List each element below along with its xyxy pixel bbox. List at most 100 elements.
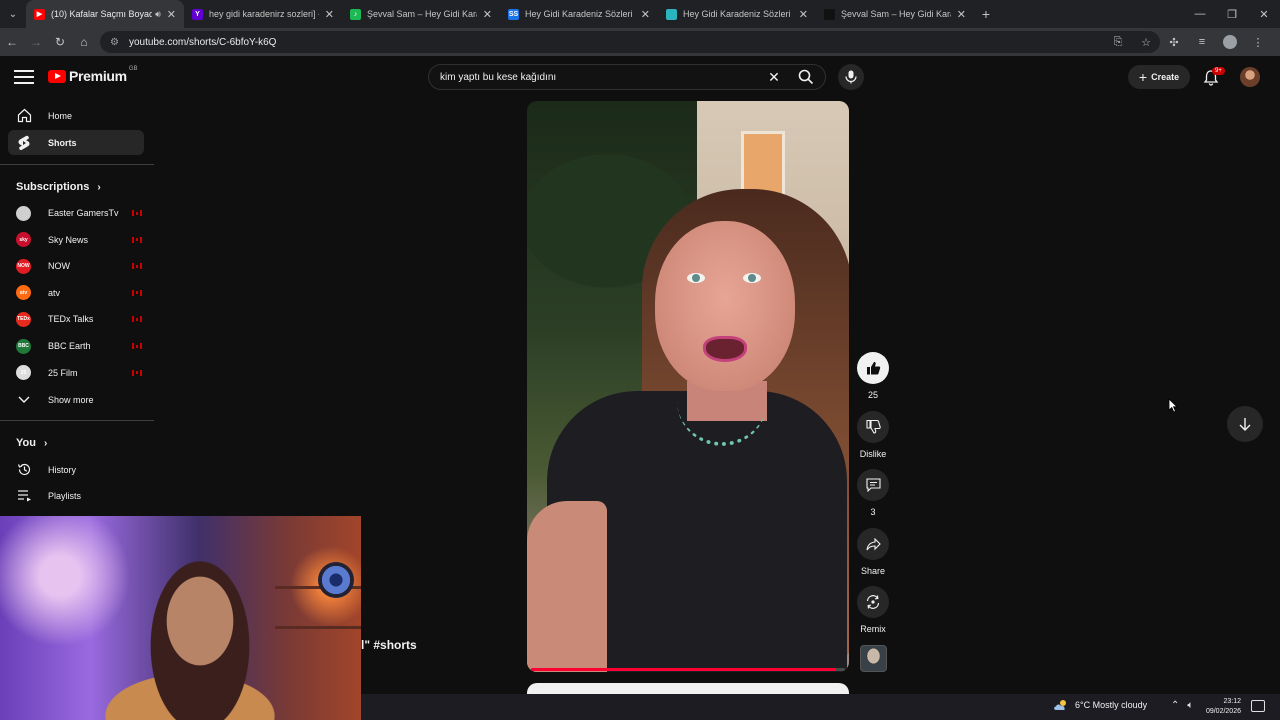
youtube-play-icon <box>48 69 66 83</box>
webcam-shelf <box>275 626 361 629</box>
channel-name: BBC Earth <box>48 341 91 351</box>
bookmark-star-icon[interactable]: ☆ <box>1132 36 1160 49</box>
subscription-channel[interactable]: atv atv <box>16 283 142 303</box>
short-title[interactable]: l" #shorts <box>361 638 417 652</box>
history-icon <box>16 462 32 478</box>
playlists-icon <box>16 488 32 504</box>
dislike-button[interactable] <box>857 411 889 443</box>
tab-favicon-icon: ♪ <box>350 8 361 20</box>
close-tab-icon[interactable]: ✕ <box>957 8 966 21</box>
browser-toolbar-actions: ⎘ ☆ ✣ ≡ ⋮ <box>1104 28 1272 56</box>
close-tab-icon[interactable]: ✕ <box>325 8 334 21</box>
channel-avatar: TEDx <box>16 311 31 327</box>
browser-tab[interactable]: ▶ (10) Kafalar Saçmı Boyadı 🔊︎ ✕ <box>26 0 184 28</box>
forward-icon[interactable]: → <box>24 28 48 56</box>
tab-list: ▶ (10) Kafalar Saçmı Boyadı 🔊︎ ✕ Yhey gidi k… <box>26 0 974 28</box>
extensions-icon[interactable]: ✣ <box>1160 36 1188 49</box>
close-tab-icon[interactable]: ✕ <box>641 8 650 21</box>
sound-thumbnail[interactable] <box>859 645 887 672</box>
remix-action: Remix <box>856 586 890 634</box>
back-icon[interactable]: ← <box>0 28 24 56</box>
clear-search-icon[interactable]: ✕ <box>761 69 787 86</box>
show-more-button[interactable]: Show more <box>8 387 144 412</box>
channel-avatar <box>16 205 31 221</box>
thumbs-up-icon <box>866 362 880 375</box>
subscription-channel[interactable]: TEDx TEDx Talks <box>16 309 142 329</box>
close-tab-icon[interactable]: ✕ <box>167 8 176 21</box>
notification-center-icon[interactable] <box>1251 700 1265 712</box>
comments-button[interactable] <box>857 469 889 501</box>
search-button[interactable] <box>787 64 825 90</box>
like-button[interactable] <box>857 352 889 384</box>
weather-widget[interactable]: 6°C Mostly cloudy <box>1053 699 1147 711</box>
close-tab-icon[interactable]: ✕ <box>483 8 492 21</box>
reload-icon[interactable]: ↻ <box>48 28 72 56</box>
remix-button[interactable] <box>857 586 889 618</box>
new-tab-button[interactable]: + <box>974 0 998 28</box>
tab-search-icon[interactable]: ⌄ <box>0 0 26 28</box>
home-icon <box>16 108 32 124</box>
create-button[interactable]: + Create <box>1128 65 1190 89</box>
tray-chevron-up-icon[interactable]: ⌃ <box>1171 700 1179 711</box>
browser-tab[interactable]: Yhey gidi karadenirz sozleri] - Ya ✕ <box>184 0 342 28</box>
channel-avatar: 25 <box>16 365 31 381</box>
browser-tab[interactable]: Hey Gidi Karadeniz Sözleri - Ka ✕ <box>658 0 816 28</box>
live-indicator-icon <box>132 316 142 323</box>
channel-avatar: atv <box>16 285 31 301</box>
subscription-channel[interactable]: sky Sky News <box>16 230 142 250</box>
next-short-button[interactable] <box>1227 406 1263 442</box>
subscriptions-heading[interactable]: Subscriptions › <box>16 181 101 193</box>
browser-tab[interactable]: SS Hey Gidi Karadeniz Sözleri - Şe ✕ <box>500 0 658 28</box>
subscription-channel[interactable]: NOW NOW <box>16 256 142 276</box>
close-window-icon[interactable]: ✕ <box>1248 0 1280 28</box>
channel-name: NOW <box>48 261 70 272</box>
tab-audio-icon[interactable]: 🔊︎ <box>155 9 161 20</box>
menu-icon[interactable] <box>14 70 34 84</box>
browser-menu-icon[interactable]: ⋮ <box>1244 36 1272 49</box>
video-progress-bar[interactable] <box>531 668 845 671</box>
sidebar-item-home[interactable]: Home <box>8 103 144 128</box>
share-button[interactable] <box>857 528 889 560</box>
channel-avatar: NOW <box>16 258 31 274</box>
remix-icon <box>866 595 880 609</box>
chevron-right-icon: › <box>97 181 101 193</box>
address-bar[interactable]: ⚙ youtube.com/shorts/C-6bfoY-k6Q <box>100 31 1160 53</box>
home-icon[interactable]: ⌂ <box>72 28 96 56</box>
browser-tab[interactable]: Şevval Sam – Hey Gidi Karadeni ✕ <box>816 0 974 28</box>
subscription-channel[interactable]: Easter GamersTv <box>16 203 142 223</box>
shorts-video-player[interactable] <box>527 101 849 672</box>
browser-profile-avatar[interactable] <box>1223 35 1237 49</box>
browser-tab[interactable]: ♪ Şevval Sam – Hey Gidi Karadeni ✕ <box>342 0 500 28</box>
restore-icon[interactable]: ❐ <box>1216 0 1248 28</box>
shorts-icon <box>16 135 32 151</box>
video-progress-fill <box>531 668 836 671</box>
account-avatar[interactable] <box>1240 67 1260 87</box>
dislike-action: Dislike <box>856 411 890 459</box>
search-box[interactable]: kim yaptı bu kese kağıdını ✕ <box>428 64 826 90</box>
video-subject-face <box>655 221 795 391</box>
close-tab-icon[interactable]: ✕ <box>799 8 808 21</box>
voice-search-button[interactable] <box>838 64 864 90</box>
youtube-header: Premium GB kim yaptı bu kese kağıdını ✕ … <box>0 56 1280 100</box>
volume-icon[interactable]: 🔈︎ <box>1187 700 1193 711</box>
live-indicator-icon <box>132 210 142 216</box>
media-controls-icon[interactable]: ≡ <box>1188 36 1216 48</box>
site-info-icon[interactable]: ⚙ <box>110 37 119 48</box>
sound-action <box>856 645 890 672</box>
install-app-icon[interactable]: ⎘ <box>1104 36 1132 49</box>
sidebar-item-shorts[interactable]: Shorts <box>8 130 144 155</box>
sidebar-item-history[interactable]: History <box>8 457 144 482</box>
thumbs-down-icon <box>865 420 881 434</box>
subscription-channel[interactable]: BBC BBC Earth <box>16 336 142 356</box>
sidebar-item-playlists[interactable]: Playlists <box>8 483 144 508</box>
you-heading[interactable]: You › <box>16 437 47 449</box>
screen: ⌄ ▶ (10) Kafalar Saçmı Boyadı 🔊︎ ✕ Yhey gidi… <box>0 0 1280 720</box>
live-indicator-icon <box>132 343 142 349</box>
taskbar-clock[interactable]: 23:12 09/02/2026 <box>1197 697 1241 717</box>
subscription-channel[interactable]: 25 25 Film <box>16 363 142 383</box>
youtube-premium-logo[interactable]: Premium GB <box>48 66 137 84</box>
share-label: Share <box>860 566 886 576</box>
like-action: 25 <box>856 352 890 400</box>
search-input[interactable]: kim yaptı bu kese kağıdını <box>440 72 761 83</box>
minimize-icon[interactable]: — <box>1184 0 1216 28</box>
